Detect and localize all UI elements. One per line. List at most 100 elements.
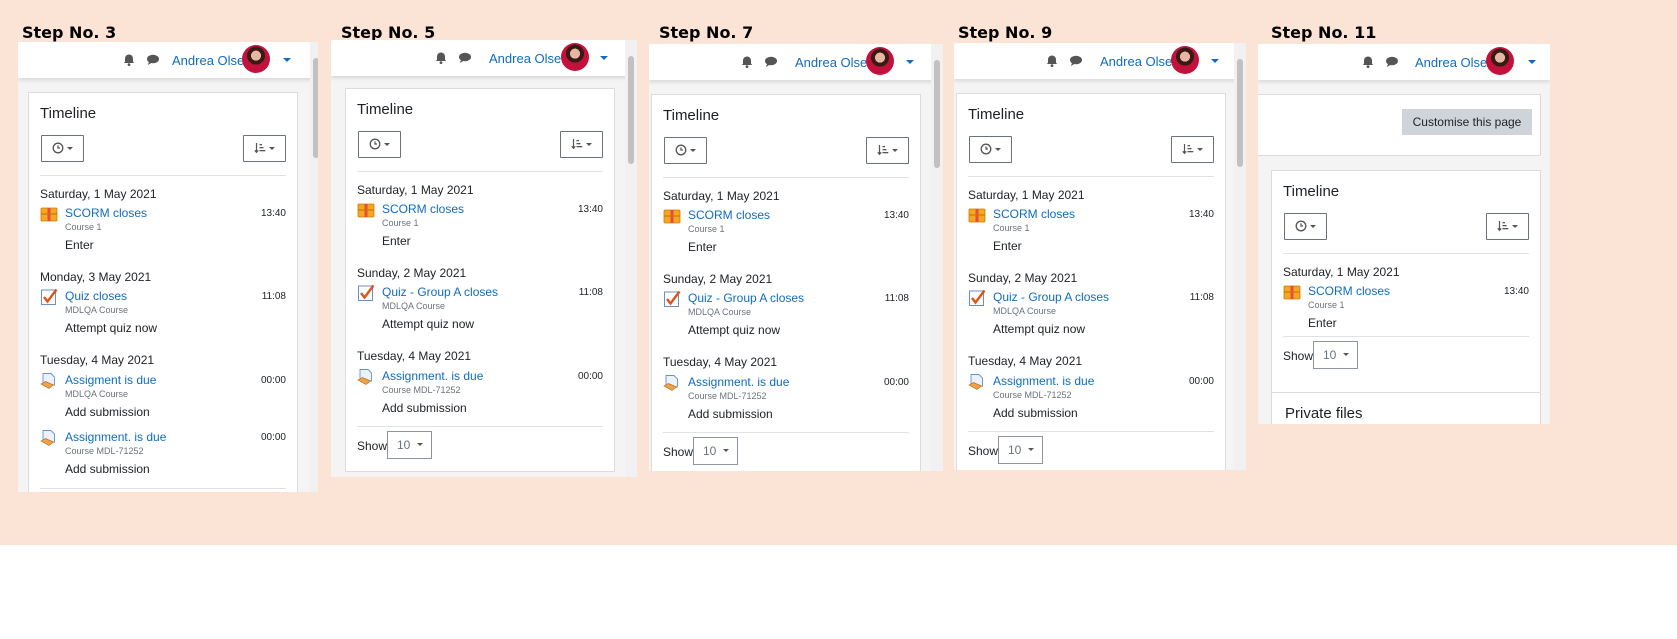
date-heading: Saturday, 1 May 2021 — [40, 187, 157, 201]
show-label: Show — [357, 439, 388, 453]
chevron-down-icon[interactable] — [283, 58, 291, 62]
chevron-down-icon — [417, 443, 423, 446]
event-link[interactable]: Assignment. is due — [993, 374, 1094, 388]
event-action-link[interactable]: Attempt quiz now — [65, 321, 157, 335]
date-heading: Tuesday, 4 May 2021 — [40, 353, 155, 367]
event-link[interactable]: SCORM closes — [65, 206, 147, 220]
timeline-sort-button[interactable] — [243, 135, 286, 162]
timeline-sort-button[interactable] — [1486, 213, 1529, 240]
date-heading: Sunday, 2 May 2021 — [663, 272, 773, 286]
event-link[interactable]: Assignment. is due — [65, 430, 166, 444]
chat-icon[interactable] — [1069, 54, 1083, 68]
scrollbar[interactable] — [931, 44, 943, 471]
timeline-title: Timeline — [968, 106, 1025, 123]
avatar[interactable] — [561, 43, 589, 71]
chevron-down-icon — [1343, 353, 1349, 356]
divider — [40, 175, 286, 176]
chevron-down-icon[interactable] — [1211, 59, 1219, 63]
chat-icon[interactable] — [458, 51, 472, 65]
event-link[interactable]: Assignment. is due — [382, 369, 483, 383]
chevron-down-icon[interactable] — [906, 60, 914, 64]
timeline-filter-button[interactable] — [1284, 213, 1327, 240]
timeline-filter-button[interactable] — [969, 136, 1012, 163]
bell-icon[interactable] — [122, 53, 136, 67]
avatar[interactable] — [866, 47, 894, 75]
chat-icon[interactable] — [764, 55, 778, 69]
event-action-link[interactable]: Add submission — [382, 401, 467, 415]
show-count-select[interactable]: 10 — [693, 437, 738, 465]
user-menu-name[interactable]: Andrea Olsen — [795, 55, 875, 70]
timeline-filter-button[interactable] — [41, 135, 84, 162]
bell-icon[interactable] — [1045, 54, 1059, 68]
scrollbar-thumb[interactable] — [934, 60, 940, 168]
event-action-link[interactable]: Add submission — [993, 406, 1078, 420]
avatar[interactable] — [1171, 46, 1199, 74]
event-time: 11:08 — [1189, 292, 1214, 303]
event-link[interactable]: Quiz - Group A closes — [382, 285, 498, 299]
user-menu-name[interactable]: Andrea Olsen — [1415, 55, 1495, 70]
chevron-down-icon — [1310, 225, 1316, 228]
customise-page-button[interactable]: Customise this page — [1402, 109, 1532, 135]
assignment-icon — [357, 368, 375, 386]
timeline-sort-button[interactable] — [1171, 136, 1214, 163]
user-menu-name[interactable]: Andrea Olsen — [489, 51, 569, 66]
divider — [1283, 336, 1529, 337]
show-count-select[interactable]: 10 — [998, 436, 1043, 464]
event-action-link[interactable]: Enter — [688, 240, 717, 254]
event-action-link[interactable]: Add submission — [65, 405, 150, 419]
chat-icon[interactable] — [1385, 55, 1399, 69]
event-link[interactable]: Quiz closes — [65, 289, 127, 303]
private-files-block: Private files — [1271, 392, 1541, 424]
timeline-block: Timeline Saturday, 1 May 2021 SCORM closes… — [28, 92, 298, 492]
event-link[interactable]: SCORM closes — [688, 208, 770, 222]
chevron-down-icon — [995, 148, 1001, 151]
bell-icon[interactable] — [434, 51, 448, 65]
scrollbar[interactable] — [625, 40, 637, 477]
event-link[interactable]: SCORM closes — [1308, 284, 1390, 298]
event-link[interactable]: SCORM closes — [382, 202, 464, 216]
avatar[interactable] — [242, 45, 270, 73]
scorm-icon — [357, 201, 375, 219]
top-navbar: Andrea Olsen — [331, 40, 637, 76]
scrollbar[interactable] — [310, 42, 318, 492]
event-link[interactable]: Quiz - Group A closes — [993, 290, 1109, 304]
chevron-down-icon[interactable] — [1528, 60, 1536, 64]
event-link[interactable]: SCORM closes — [993, 207, 1075, 221]
user-menu-name[interactable]: Andrea Olsen — [1100, 54, 1180, 69]
bell-icon[interactable] — [740, 55, 754, 69]
scrollbar-thumb[interactable] — [1237, 59, 1243, 167]
bell-icon[interactable] — [1361, 55, 1375, 69]
date-heading: Sunday, 2 May 2021 — [357, 266, 467, 280]
timeline-sort-button[interactable] — [560, 131, 603, 158]
event-action-link[interactable]: Attempt quiz now — [688, 323, 780, 337]
user-menu-name[interactable]: Andrea Olsen — [172, 53, 252, 68]
event-course: MDLQA Course — [382, 301, 446, 311]
event-action-link[interactable]: Attempt quiz now — [382, 317, 474, 331]
scrollbar[interactable] — [1234, 43, 1246, 470]
event-action-link[interactable]: Enter — [382, 234, 411, 248]
scrollbar-thumb[interactable] — [628, 56, 634, 164]
quiz-icon — [663, 290, 681, 308]
event-action-link[interactable]: Enter — [65, 238, 94, 252]
event-action-link[interactable]: Enter — [993, 239, 1022, 253]
event-link[interactable]: Assignment. is due — [688, 375, 789, 389]
event-link[interactable]: Assigment is due — [65, 373, 156, 387]
clock-icon — [980, 143, 992, 155]
show-count-select[interactable]: 10 — [1313, 341, 1358, 369]
timeline-filter-button[interactable] — [664, 137, 707, 164]
show-count-value: 10 — [1008, 443, 1022, 457]
event-action-link[interactable]: Add submission — [65, 462, 150, 476]
event-action-link[interactable]: Add submission — [688, 407, 773, 421]
chevron-down-icon — [723, 449, 729, 452]
event-action-link[interactable]: Enter — [1308, 316, 1337, 330]
timeline-filter-button[interactable] — [358, 131, 401, 158]
chevron-down-icon — [67, 147, 73, 150]
event-action-link[interactable]: Attempt quiz now — [993, 322, 1085, 336]
chevron-down-icon[interactable] — [600, 56, 608, 60]
scrollbar-thumb[interactable] — [313, 58, 318, 158]
timeline-sort-button[interactable] — [866, 137, 909, 164]
chat-icon[interactable] — [146, 53, 160, 67]
avatar[interactable] — [1486, 47, 1514, 75]
event-link[interactable]: Quiz - Group A closes — [688, 291, 804, 305]
show-count-select[interactable]: 10 — [387, 431, 432, 459]
